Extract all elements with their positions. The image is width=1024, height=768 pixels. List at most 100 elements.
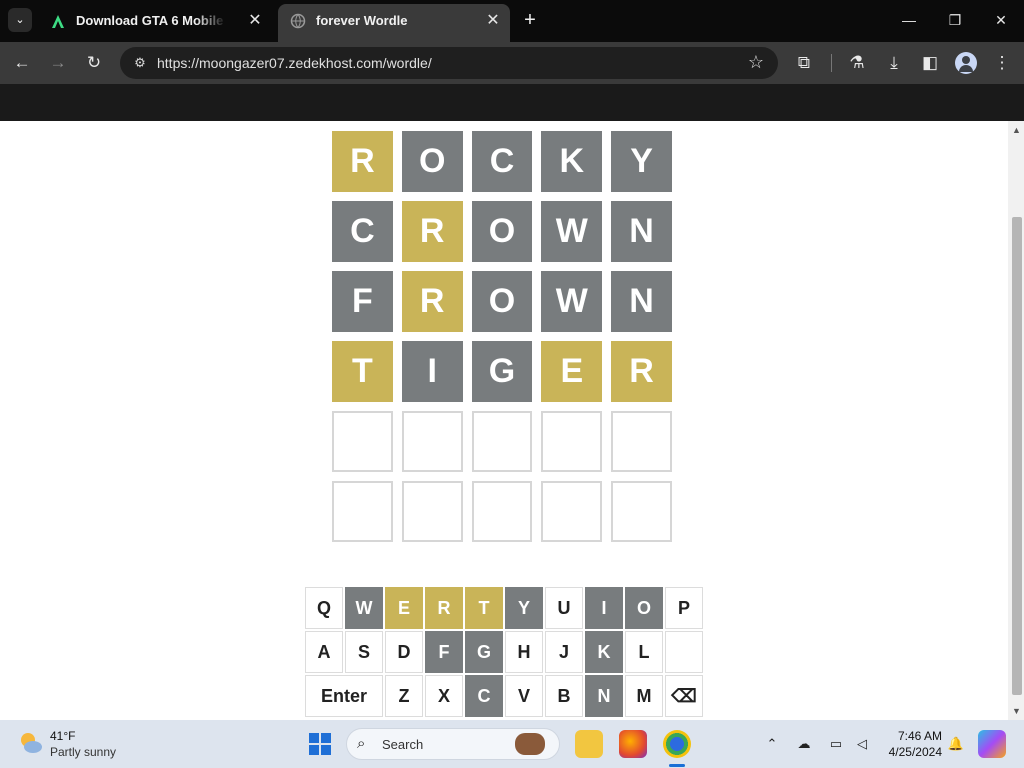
chevron-up-icon[interactable]: ⌃ — [763, 735, 781, 753]
key-i[interactable]: I — [585, 587, 623, 629]
download-icon[interactable]: ⤓ — [881, 51, 907, 75]
key-n[interactable]: N — [585, 675, 623, 717]
key-w[interactable]: W — [345, 587, 383, 629]
key-r[interactable]: R — [425, 587, 463, 629]
backspace-key[interactable]: ⌫ — [665, 675, 703, 717]
address-bar[interactable]: ⚙ https://moongazer07.zedekhost.com/word… — [120, 47, 778, 79]
key-g[interactable]: G — [465, 631, 503, 673]
board-tile: Y — [611, 131, 672, 192]
key-x[interactable]: X — [425, 675, 463, 717]
board-tile — [332, 481, 393, 542]
board-tile: F — [332, 271, 393, 332]
bookmark-star-icon[interactable]: ☆ — [748, 52, 764, 73]
close-tab-icon[interactable]: ✕ — [246, 6, 264, 36]
key-a[interactable]: A — [305, 631, 343, 673]
clock-date[interactable]: 4/25/2024 — [878, 745, 942, 759]
weather-temperature: 41°F — [50, 729, 76, 743]
reload-icon[interactable]: ↻ — [81, 51, 107, 75]
board-tile: G — [471, 341, 533, 402]
search-highlight-icon — [515, 733, 545, 755]
key-blank[interactable] — [665, 631, 703, 673]
taskbar-search-box[interactable]: ⌕ Search — [346, 728, 560, 760]
board-tile: R — [611, 341, 672, 402]
board-row: CROWN — [332, 201, 672, 263]
keyboard-row: ASDFGHJKL — [305, 631, 705, 673]
copilot-icon[interactable] — [978, 730, 1006, 758]
board-tile: N — [611, 271, 672, 332]
key-c[interactable]: C — [465, 675, 503, 717]
firefox-icon[interactable] — [619, 730, 647, 758]
board-tile: O — [471, 271, 533, 332]
key-k[interactable]: K — [585, 631, 623, 673]
key-q[interactable]: Q — [305, 587, 343, 629]
tab-title: forever Wordle — [316, 13, 408, 28]
board-row: TIGER — [332, 341, 672, 403]
key-l[interactable]: L — [625, 631, 663, 673]
close-tab-icon[interactable]: ✕ — [484, 4, 502, 38]
volume-mute-icon[interactable]: ◁ — [853, 735, 871, 753]
tab-forever-wordle[interactable]: forever Wordle ✕ — [278, 4, 510, 42]
board-tile: K — [541, 131, 603, 192]
globe-icon — [290, 13, 306, 29]
clock-time[interactable]: 7:46 AM — [894, 729, 942, 743]
key-enter[interactable]: Enter — [305, 675, 383, 717]
windows-start-icon[interactable] — [309, 733, 331, 755]
key-m[interactable]: M — [625, 675, 663, 717]
board-tile — [471, 411, 533, 472]
key-o[interactable]: O — [625, 587, 663, 629]
key-j[interactable]: J — [545, 631, 583, 673]
key-v[interactable]: V — [505, 675, 543, 717]
restore-icon[interactable]: ❐ — [932, 6, 978, 34]
close-window-icon[interactable]: ✕ — [978, 6, 1024, 34]
tab-title: Download GTA 6 Mobile latest — [76, 13, 226, 28]
browser-toolbar: ← → ↻ ⚙ https://moongazer07.zedekhost.co… — [0, 42, 1024, 84]
key-s[interactable]: S — [345, 631, 383, 673]
vertical-scrollbar[interactable]: ▲ ▼ — [1008, 121, 1024, 720]
key-d[interactable]: D — [385, 631, 423, 673]
key-f[interactable]: F — [425, 631, 463, 673]
key-y[interactable]: Y — [505, 587, 543, 629]
partly-sunny-icon[interactable] — [18, 730, 44, 756]
board-tile — [541, 411, 603, 472]
board-tile: W — [541, 271, 603, 332]
board-tile: I — [401, 341, 463, 402]
site-info-icon[interactable]: ⚙ — [130, 53, 150, 73]
extensions-icon[interactable]: ⧉ — [791, 51, 817, 75]
minimize-icon[interactable]: — — [886, 6, 932, 34]
key-z[interactable]: Z — [385, 675, 423, 717]
url-text[interactable]: https://moongazer07.zedekhost.com/wordle… — [157, 55, 432, 71]
wordle-keyboard: Q W E R T Y U I O P A S D F G H J K L Enter Z X C V B N M ⌫ — [305, 587, 705, 719]
notification-bell-icon[interactable]: 🔔 — [947, 735, 965, 753]
search-placeholder: Search — [382, 737, 424, 752]
weather-description: Partly sunny — [50, 745, 117, 759]
menu-kebab-icon[interactable]: ⋮ — [989, 51, 1015, 75]
labs-flask-icon[interactable]: ⚗ — [844, 51, 870, 75]
scroll-thumb[interactable] — [1012, 217, 1022, 695]
side-panel-icon[interactable]: ◧ — [917, 51, 943, 75]
profile-avatar-icon[interactable] — [955, 52, 977, 74]
key-t[interactable]: T — [465, 587, 503, 629]
tab-search-button[interactable]: ⌄ — [8, 8, 32, 32]
key-u[interactable]: U — [545, 587, 583, 629]
key-h[interactable]: H — [505, 631, 543, 673]
scroll-up-arrow-icon[interactable]: ▲ — [1012, 125, 1021, 135]
board-tile — [541, 481, 603, 542]
tab-gta6[interactable]: Download GTA 6 Mobile latest ✕ — [38, 6, 272, 36]
toolbar-separator — [831, 54, 832, 72]
cloud-off-icon[interactable]: ☁ — [795, 735, 813, 753]
display-icon[interactable]: ▭ — [827, 735, 845, 753]
file-explorer-icon[interactable] — [575, 730, 603, 758]
key-e[interactable]: E — [385, 587, 423, 629]
key-b[interactable]: B — [545, 675, 583, 717]
board-tile: R — [401, 201, 463, 262]
new-tab-icon[interactable]: + — [518, 8, 542, 32]
key-p[interactable]: P — [665, 587, 703, 629]
board-tile — [471, 481, 533, 542]
board-tile — [401, 481, 463, 542]
scroll-down-arrow-icon[interactable]: ▼ — [1012, 706, 1021, 716]
board-tile: N — [611, 201, 672, 262]
chrome-icon[interactable] — [663, 730, 691, 758]
back-icon[interactable]: ← — [9, 51, 35, 75]
forward-icon[interactable]: → — [45, 51, 71, 75]
board-tile: R — [332, 131, 393, 192]
